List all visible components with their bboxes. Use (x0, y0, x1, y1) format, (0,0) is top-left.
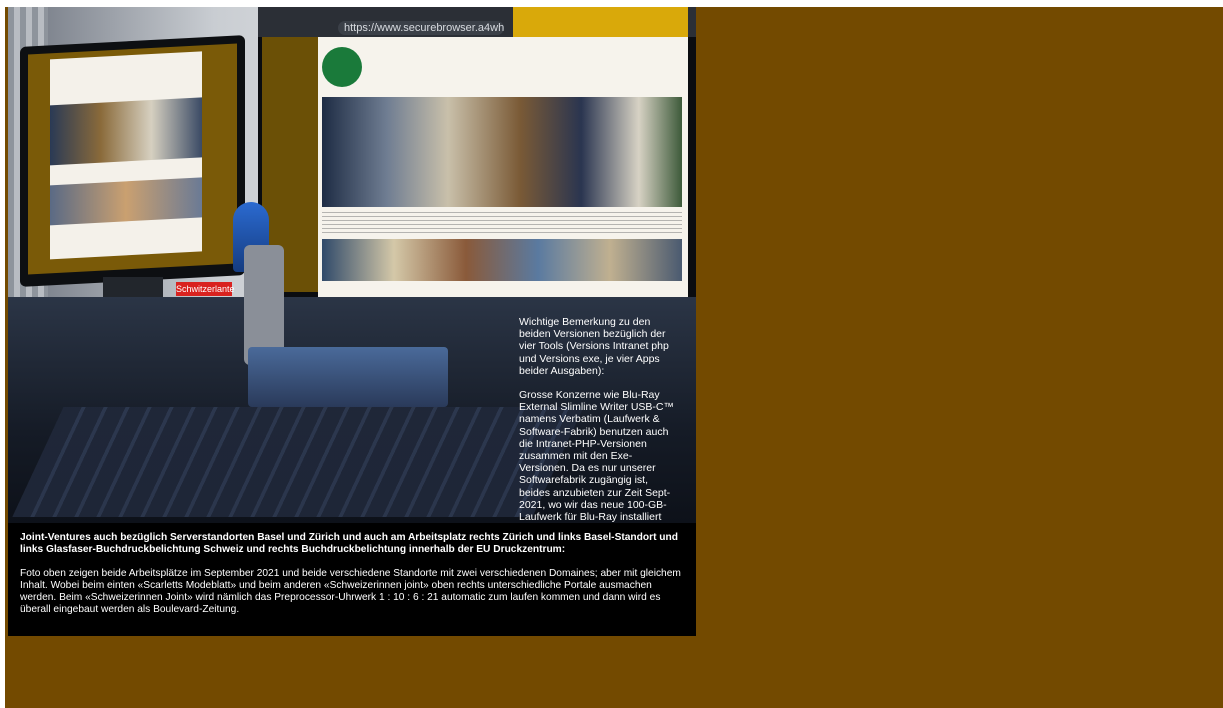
right-monitor: https://www.securebrowser.a4whosting.ch (258, 7, 696, 307)
left-monitor (20, 35, 245, 287)
left-monitor-thumbnails (50, 177, 202, 226)
left-monitor-photo-strip (50, 97, 202, 166)
workplace-photo: https://www.securebrowser.a4whosting.ch … (8, 7, 696, 523)
caption-body: Foto oben zeigen beide Arbeitsplätze im … (20, 568, 681, 615)
webpage-hero-photo (322, 97, 682, 207)
overlay-note-paragraph-2: Grosse Konzerne wie Blu-Ray External Sli… (519, 389, 675, 523)
webpage-thumbnail-row (322, 239, 682, 281)
browser-url-bar: https://www.securebrowser.a4whosting.ch (338, 21, 504, 35)
webpage-text-lines (322, 212, 682, 236)
blu-ray-drive (248, 347, 448, 407)
overlay-note: Wichtige Bemerkung zu den beiden Version… (519, 316, 679, 523)
overlay-note-paragraph-1: Wichtige Bemerkung zu den beiden Version… (519, 316, 669, 377)
red-sign: Schwitzerlante (176, 282, 235, 296)
caption-box: Joint-Ventures auch bezüglich Serverstan… (8, 523, 696, 636)
site-banner (513, 7, 688, 37)
caption-headline: Joint-Ventures auch bezüglich Serverstan… (20, 532, 678, 555)
keyboard (12, 407, 584, 517)
site-logo-icon (322, 47, 362, 87)
